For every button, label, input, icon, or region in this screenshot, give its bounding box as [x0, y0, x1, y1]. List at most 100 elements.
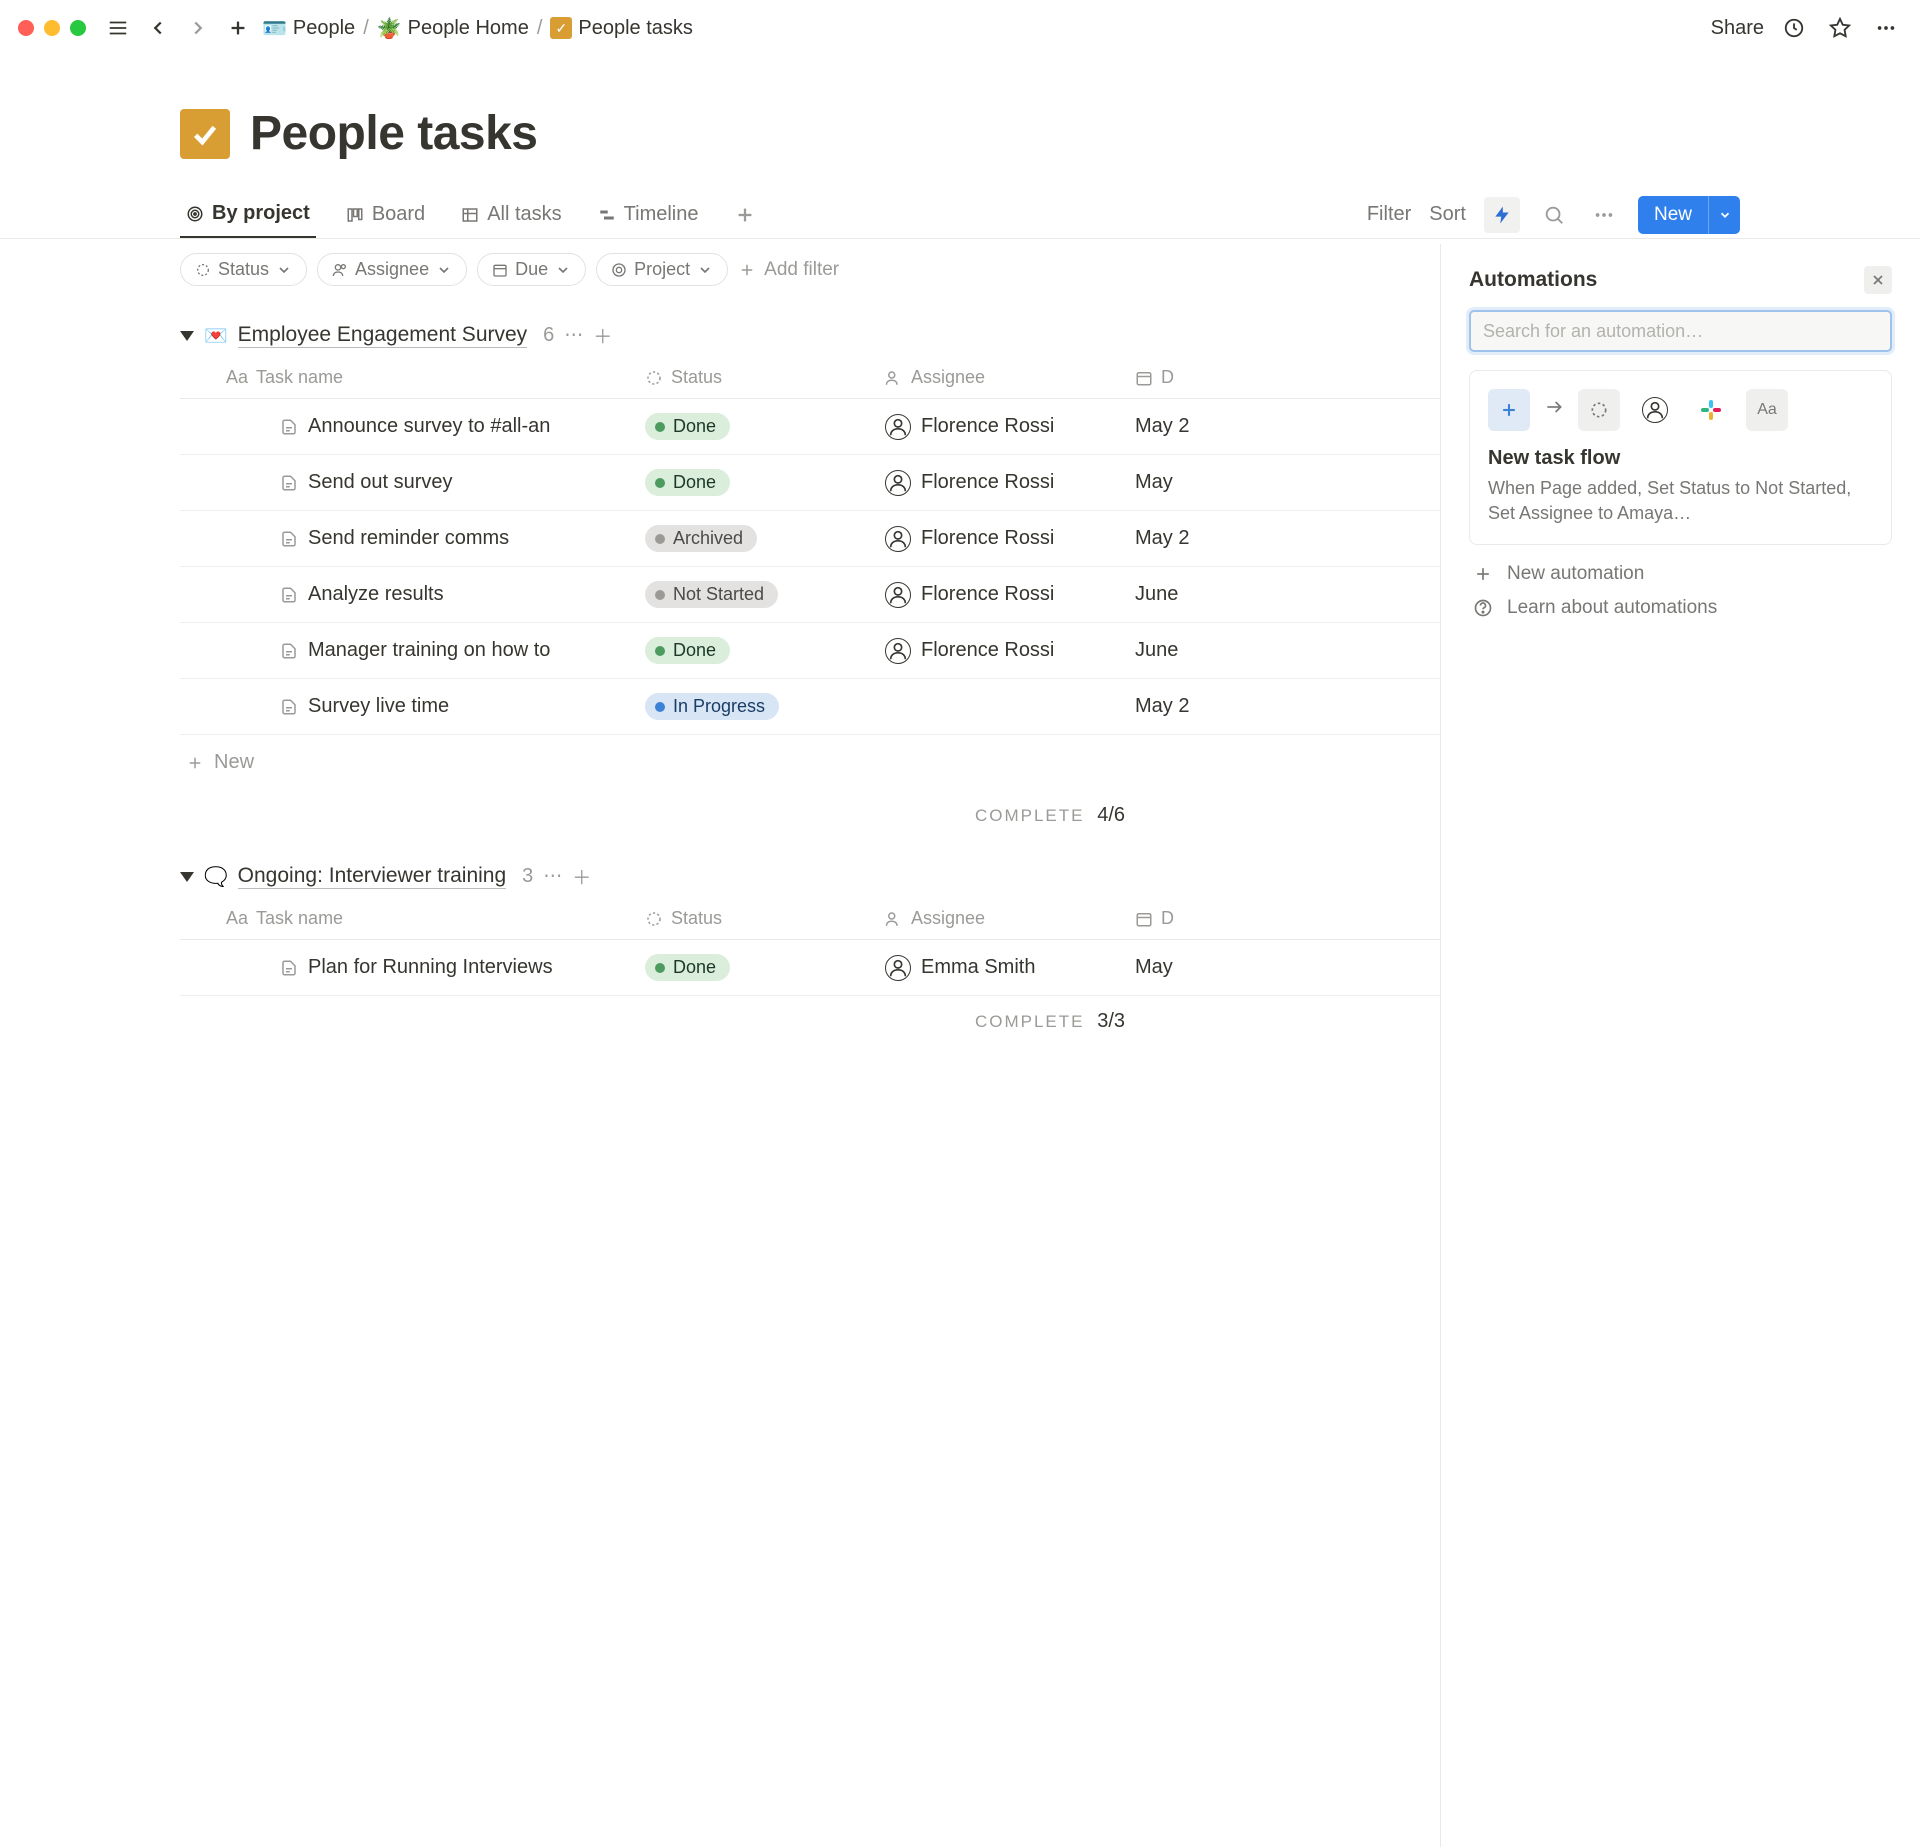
tab-timeline[interactable]: Timeline	[592, 191, 705, 238]
chip-project[interactable]: Project	[596, 253, 728, 286]
collapse-toggle[interactable]	[180, 331, 194, 341]
person-icon: 🪪	[262, 16, 287, 41]
status-badge: Done	[645, 954, 730, 981]
cell-assignee[interactable]: Florence Rossi	[885, 582, 1135, 608]
share-button[interactable]: Share	[1711, 17, 1764, 40]
group-add-icon[interactable]: ＋	[572, 863, 591, 890]
breadcrumb-item-home[interactable]: 🪴 People Home	[377, 16, 529, 41]
new-button[interactable]: New	[1638, 196, 1740, 234]
more-options-icon[interactable]	[1588, 199, 1620, 231]
col-header-task[interactable]: AaTask name	[180, 367, 645, 388]
col-header-assignee[interactable]: Assignee	[885, 908, 1135, 929]
col-header-task[interactable]: AaTask name	[180, 908, 645, 929]
card-description: When Page added, Set Status to Not Start…	[1488, 476, 1873, 526]
complete-fraction: 3/3	[1097, 1010, 1125, 1032]
back-button[interactable]	[142, 12, 174, 44]
menu-icon[interactable]	[102, 12, 134, 44]
group-title[interactable]: Ongoing: Interviewer training	[238, 864, 506, 889]
cell-status[interactable]: Done	[645, 469, 885, 496]
chip-due[interactable]: Due	[477, 253, 586, 286]
history-icon[interactable]	[1778, 12, 1810, 44]
cell-status[interactable]: In Progress	[645, 693, 885, 720]
minimize-window[interactable]	[44, 20, 60, 36]
group-count: 3	[522, 865, 533, 888]
breadcrumb-separator: /	[537, 17, 543, 40]
close-panel-button[interactable]	[1864, 266, 1892, 294]
automation-card[interactable]: Aa New task flow When Page added, Set St…	[1469, 370, 1892, 545]
plant-icon: 🪴	[377, 16, 402, 41]
chevron-down-icon[interactable]	[1708, 196, 1740, 234]
automations-button[interactable]	[1484, 197, 1520, 233]
tab-board[interactable]: Board	[340, 191, 431, 238]
avatar	[885, 955, 911, 981]
sort-button[interactable]: Sort	[1429, 203, 1466, 226]
page-title[interactable]: People tasks	[250, 106, 537, 161]
col-header-status[interactable]: Status	[645, 908, 885, 929]
tab-label: Board	[372, 203, 425, 226]
avatar-icon	[1634, 389, 1676, 431]
col-header-assignee[interactable]: Assignee	[885, 367, 1135, 388]
task-name: Analyze results	[308, 583, 444, 606]
collapse-toggle[interactable]	[180, 872, 194, 882]
filter-button[interactable]: Filter	[1367, 203, 1411, 226]
group-add-icon[interactable]: ＋	[593, 322, 612, 349]
window-controls	[18, 20, 86, 36]
cell-task[interactable]: Announce survey to #all-an	[180, 415, 645, 438]
cell-assignee[interactable]: Florence Rossi	[885, 470, 1135, 496]
cell-assignee[interactable]: Florence Rossi	[885, 526, 1135, 552]
new-button-label: New	[1638, 204, 1708, 226]
breadcrumb-item-people[interactable]: 🪪 People	[262, 16, 355, 41]
chip-status[interactable]: Status	[180, 253, 307, 286]
page-icon[interactable]	[180, 109, 230, 159]
cell-assignee[interactable]: Emma Smith	[885, 955, 1135, 981]
col-header-due[interactable]: D	[1135, 908, 1275, 929]
forward-button[interactable]	[182, 12, 214, 44]
more-icon[interactable]	[1870, 12, 1902, 44]
breadcrumb-separator: /	[363, 17, 369, 40]
cell-status[interactable]: Archived	[645, 525, 885, 552]
avatar	[885, 638, 911, 664]
cell-assignee[interactable]: Florence Rossi	[885, 638, 1135, 664]
cell-due[interactable]: June	[1135, 639, 1275, 662]
cell-status[interactable]: Done	[645, 637, 885, 664]
cell-task[interactable]: Manager training on how to	[180, 639, 645, 662]
cell-due[interactable]: May 2	[1135, 527, 1275, 550]
cell-status[interactable]: Done	[645, 413, 885, 440]
cell-due[interactable]: May 2	[1135, 695, 1275, 718]
group-more-icon[interactable]: ⋯	[564, 324, 583, 347]
new-automation-link[interactable]: New automation	[1469, 545, 1892, 591]
plus-icon	[1488, 389, 1530, 431]
new-tab-button[interactable]	[222, 12, 254, 44]
search-icon[interactable]	[1538, 199, 1570, 231]
cell-task[interactable]: Plan for Running Interviews	[180, 956, 645, 979]
cell-assignee[interactable]: Florence Rossi	[885, 414, 1135, 440]
group-count: 6	[543, 324, 554, 347]
breadcrumb-item-current[interactable]: ✓ People tasks	[550, 17, 693, 40]
cell-task[interactable]: Survey live time	[180, 695, 645, 718]
tab-by-project[interactable]: By project	[180, 191, 316, 238]
cell-task[interactable]: Send out survey	[180, 471, 645, 494]
tab-label: By project	[212, 202, 310, 225]
cell-due[interactable]: May	[1135, 471, 1275, 494]
close-window[interactable]	[18, 20, 34, 36]
tab-all-tasks[interactable]: All tasks	[455, 191, 567, 238]
cell-status[interactable]: Not Started	[645, 581, 885, 608]
col-header-due[interactable]: D	[1135, 367, 1275, 388]
automation-search-input[interactable]	[1469, 310, 1892, 352]
cell-status[interactable]: Done	[645, 954, 885, 981]
chip-assignee[interactable]: Assignee	[317, 253, 467, 286]
add-filter-button[interactable]: Add filter	[738, 259, 839, 281]
cell-due[interactable]: May 2	[1135, 415, 1275, 438]
star-icon[interactable]	[1824, 12, 1856, 44]
cell-due[interactable]: June	[1135, 583, 1275, 606]
cell-due[interactable]: May	[1135, 956, 1275, 979]
cell-task[interactable]: Send reminder comms	[180, 527, 645, 550]
group-more-icon[interactable]: ⋯	[543, 865, 562, 888]
learn-automation-link[interactable]: Learn about automations	[1469, 591, 1892, 625]
col-header-status[interactable]: Status	[645, 367, 885, 388]
maximize-window[interactable]	[70, 20, 86, 36]
cell-task[interactable]: Analyze results	[180, 583, 645, 606]
add-view-button[interactable]	[729, 199, 761, 231]
group-title[interactable]: Employee Engagement Survey	[238, 323, 528, 348]
card-title: New task flow	[1488, 447, 1873, 470]
